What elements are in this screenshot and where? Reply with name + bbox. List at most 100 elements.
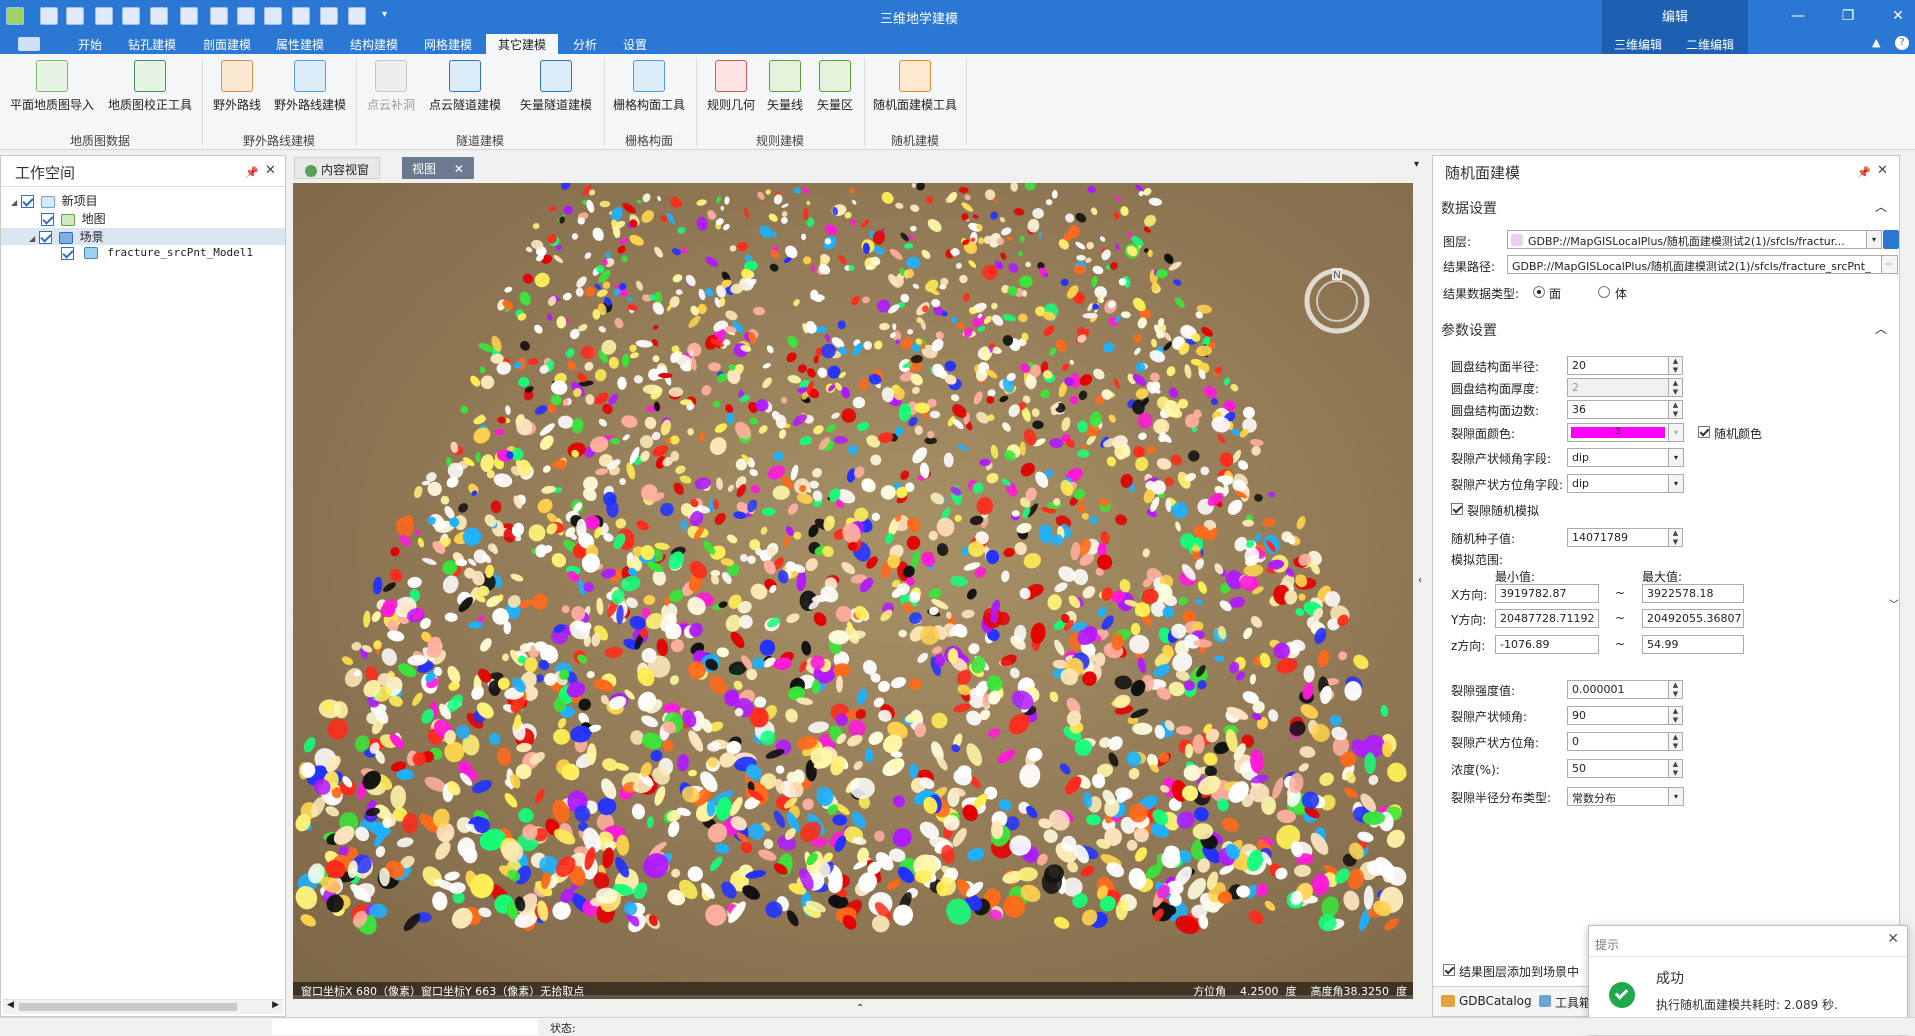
tab-list-icon[interactable]: ▾ [1414, 159, 1419, 170]
checkbox-project[interactable] [20, 195, 34, 208]
restore-icon[interactable]: ❐ [1838, 8, 1858, 24]
y-min-input[interactable]: 20487728.71192 [1495, 609, 1599, 628]
vector-area-button[interactable]: 矢量区 [812, 60, 858, 130]
close-tab-icon[interactable]: ✕ [454, 162, 464, 176]
scroll-right-icon[interactable]: ▶ [272, 1000, 279, 1010]
seed-input[interactable]: 14071789 [1567, 528, 1669, 547]
quick-table-icon[interactable] [180, 7, 198, 25]
tab-section[interactable]: 剖面建模 [203, 36, 251, 53]
distribution-select[interactable]: 常数分布 [1567, 787, 1669, 806]
random-sim-checkbox[interactable] [1451, 503, 1463, 515]
dip-field-select[interactable]: dip [1567, 448, 1669, 467]
z-min-input[interactable]: -1076.89 [1495, 635, 1599, 654]
collapse-right-icon[interactable]: ‹ [1418, 575, 1422, 586]
quick-layer5-icon[interactable] [320, 7, 338, 25]
tab-content-view[interactable]: 内容视窗 [294, 157, 381, 179]
random-surface-tool-button[interactable]: 随机面建模工具 [870, 60, 960, 130]
intensity-input[interactable]: 0.000001 [1567, 680, 1669, 699]
tab-2d-edit[interactable]: 二维编辑 [1686, 36, 1734, 53]
edges-spinner-icon[interactable]: ▲ ▼ [1669, 400, 1683, 419]
add-to-scene-checkbox[interactable] [1443, 964, 1455, 976]
quick-settings-icon[interactable] [150, 7, 168, 25]
z-max-input[interactable]: 54.99 [1642, 635, 1744, 654]
dip-angle-input[interactable]: 90 [1567, 706, 1669, 725]
close-toast-icon[interactable]: ✕ [1887, 931, 1899, 947]
tab-3d-edit[interactable]: 三维编辑 [1614, 36, 1662, 53]
pin-icon[interactable]: 📌 [245, 166, 259, 179]
intensity-spinner-icon[interactable]: ▲ ▼ [1669, 680, 1683, 699]
edges-input[interactable]: 36 [1567, 400, 1669, 419]
close-panel-icon[interactable]: ✕ [265, 163, 276, 178]
thickness-input[interactable]: 2 [1567, 378, 1669, 397]
azimuth-field-dropdown-icon[interactable]: ▾ [1669, 474, 1684, 493]
quick-save-icon[interactable] [66, 7, 84, 25]
tab-structure[interactable]: 结构建模 [350, 36, 398, 53]
checkbox-layer[interactable] [61, 246, 74, 260]
layer-select[interactable]: GDBP://MapGISLocalPlus/随机面建模测试2(1)/sfcls… [1507, 230, 1867, 249]
thickness-spinner-icon[interactable]: ▲ ▼ [1669, 378, 1683, 397]
tree-item-scene[interactable]: ◢ 场景 [1, 228, 285, 245]
import-geomap-button[interactable]: 平面地质图导入 [8, 60, 96, 130]
expand-icon[interactable]: ◢ [11, 198, 17, 207]
collapse-data-icon[interactable]: ︿ [1875, 198, 1887, 215]
distribution-dropdown-icon[interactable]: ▾ [1669, 787, 1684, 806]
quick-new-icon[interactable] [122, 7, 140, 25]
compass-icon[interactable]: N [1299, 263, 1375, 339]
radio-body[interactable] [1598, 286, 1610, 298]
help-icon[interactable]: ? [1895, 36, 1909, 50]
quick-layer4-icon[interactable] [292, 7, 310, 25]
h-scrollbar[interactable]: ◀ ▶ [3, 999, 283, 1014]
close-window-icon[interactable]: ✕ [1888, 8, 1908, 24]
quick-layer3-icon[interactable] [264, 7, 282, 25]
pointcloud-fill-button[interactable]: 点云补洞 [362, 60, 420, 130]
checkbox-scene[interactable] [38, 231, 52, 244]
tab-toolbox[interactable]: 工具箱 [1555, 994, 1591, 1011]
radio-face[interactable] [1533, 286, 1545, 298]
seed-spinner-icon[interactable]: ▲ ▼ [1669, 528, 1683, 547]
save-layer-icon[interactable] [1883, 230, 1899, 249]
scroll-left-icon[interactable]: ◀ [7, 1000, 14, 1010]
tab-view[interactable]: 视图 ✕ [402, 157, 474, 179]
tab-gdbcatalog[interactable]: GDBCatalog [1459, 994, 1532, 1008]
radius-input[interactable]: 20 [1567, 356, 1669, 375]
tree-item-project[interactable]: ◢ 新项目 [11, 192, 98, 209]
y-max-input[interactable]: 20492055.36807 [1642, 609, 1744, 628]
collapse-bottom-icon[interactable]: ⌃ [856, 1003, 864, 1014]
quick-layer6-icon[interactable] [348, 7, 366, 25]
quick-edit-icon[interactable] [95, 7, 113, 25]
app-menu-icon[interactable] [18, 37, 40, 51]
minimize-icon[interactable]: — [1788, 8, 1808, 24]
density-spinner-icon[interactable]: ▲ ▼ [1669, 759, 1683, 778]
quick-layer2-icon[interactable] [237, 7, 255, 25]
color-picker[interactable]: 3 [1567, 423, 1669, 442]
expand-icon[interactable]: ◢ [29, 234, 35, 243]
tools-icon[interactable] [40, 7, 58, 25]
close-panel-icon[interactable]: ✕ [1877, 163, 1888, 178]
radius-spinner-icon[interactable]: ▲ ▼ [1669, 356, 1683, 375]
collapse-param-icon[interactable]: ︿ [1875, 320, 1887, 337]
tree-item-map[interactable]: 地图 [41, 210, 106, 227]
tab-borehole[interactable]: 钻孔建模 [128, 36, 176, 53]
tab-settings[interactable]: 设置 [623, 36, 647, 53]
vector-tunnel-button[interactable]: 矢量隧道建模 [514, 60, 598, 130]
customize-qat-icon[interactable]: ▾ [382, 9, 387, 20]
field-route-model-button[interactable]: 野外路线建模 [270, 60, 350, 130]
pointcloud-tunnel-button[interactable]: 点云隧道建模 [424, 60, 506, 130]
azimuth-spinner-icon[interactable]: ▲ ▼ [1669, 732, 1683, 751]
tab-property[interactable]: 属性建模 [276, 36, 324, 53]
pin-icon[interactable]: 📌 [1857, 166, 1871, 179]
azimuth-field-select[interactable]: dip [1567, 474, 1669, 493]
tab-other[interactable]: 其它建模 [486, 34, 559, 54]
tab-grid[interactable]: 网格建模 [424, 36, 472, 53]
tab-start[interactable]: 开始 [78, 36, 102, 53]
field-route-button[interactable]: 野外路线 [208, 60, 266, 130]
scroll-thumb[interactable] [19, 1003, 237, 1011]
density-input[interactable]: 50 [1567, 759, 1669, 778]
azimuth-input[interactable]: 0 [1567, 732, 1669, 751]
layer-dropdown-icon[interactable]: ▾ [1867, 230, 1882, 249]
color-dropdown-icon[interactable]: ▾ [1669, 423, 1684, 442]
regular-geometry-button[interactable]: 规则几何 [702, 60, 760, 130]
geomap-correct-button[interactable]: 地质图校正工具 [104, 60, 196, 130]
checkbox-map[interactable] [41, 213, 54, 226]
quick-layer1-icon[interactable] [210, 7, 228, 25]
